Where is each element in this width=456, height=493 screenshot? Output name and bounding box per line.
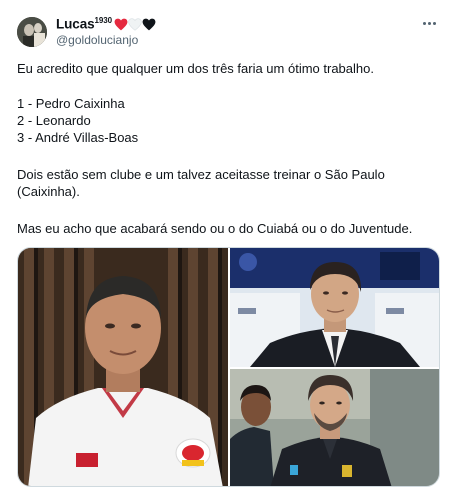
tweet-text-line1: Eu acredito que qualquer um dos três far…: [17, 61, 374, 76]
avatar[interactable]: [17, 17, 47, 47]
white-heart-icon: [128, 17, 142, 31]
display-name[interactable]: Lucas1930: [56, 16, 112, 32]
list-item-2: 2 - Leonardo: [17, 113, 91, 128]
list-item-1: 1 - Pedro Caixinha: [17, 96, 125, 111]
media-grid[interactable]: [17, 247, 440, 487]
tweet-text-para3: Mas eu acho que acabará sendo ou o do Cu…: [17, 221, 413, 236]
more-horizontal-icon[interactable]: [419, 14, 439, 32]
villas-boas-photo[interactable]: [230, 369, 439, 486]
red-heart-icon: [114, 18, 128, 30]
tweet-text-para2-line2: (Caixinha).: [17, 184, 80, 199]
pedro-caixinha-photo[interactable]: [18, 248, 228, 486]
author-name-row[interactable]: Lucas1930: [56, 15, 156, 33]
black-heart-icon: [142, 18, 156, 30]
tweet-text-para2-line1: Dois estão sem clube e um talvez aceitas…: [17, 167, 385, 182]
leonardo-photo[interactable]: [230, 248, 439, 367]
author-handle[interactable]: @goldolucianjo: [56, 33, 138, 47]
list-item-3: 3 - André Villas-Boas: [17, 130, 139, 145]
tweet[interactable]: Lucas1930 @goldolucianjo Eu acredito que…: [0, 0, 456, 493]
emoji-hearts: [114, 17, 156, 31]
